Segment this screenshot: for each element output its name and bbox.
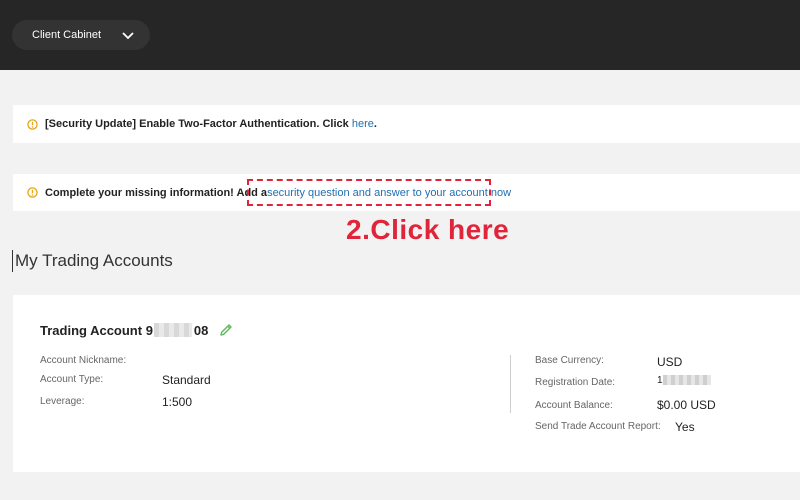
leverage-label: Leverage:: [40, 396, 85, 407]
security-update-text: [Security Update] Enable Two-Factor Auth…: [45, 118, 377, 130]
top-bar: Client Cabinet: [0, 0, 800, 70]
warning-circle-icon: [27, 118, 38, 130]
account-type-value: Standard: [162, 373, 211, 387]
trading-account-card: Trading Account 9 08 Account Nickname: A…: [13, 295, 800, 472]
client-cabinet-label: Client Cabinet: [32, 29, 102, 41]
nickname-label: Account Nickname:: [40, 355, 127, 366]
trade-report-label: Send Trade Account Report:: [535, 421, 661, 432]
registration-date-label: Registration Date:: [535, 377, 616, 388]
base-currency-value: USD: [657, 355, 683, 369]
column-divider: [510, 355, 511, 413]
trade-report-value: Yes: [675, 420, 695, 434]
enable-2fa-link[interactable]: here: [352, 118, 374, 130]
account-balance-value: $0.00 USD: [657, 398, 716, 412]
leverage-value: 1:500: [162, 395, 193, 409]
masked-date: [662, 375, 711, 386]
missing-info-text: Complete your missing information! Add a: [45, 186, 268, 199]
click-here-callout: 2.Click here: [346, 214, 510, 245]
warning-circle-icon: [27, 187, 38, 198]
client-cabinet-dropdown[interactable]: Client Cabinet: [12, 20, 150, 50]
chevron-down-icon: [122, 32, 134, 40]
base-currency-label: Base Currency:: [535, 355, 604, 366]
account-type-label: Account Type:: [40, 374, 104, 385]
missing-info-notice: Complete your missing information! Add a…: [13, 174, 800, 211]
security-question-link[interactable]: security question and answer to your acc…: [267, 187, 511, 199]
account-balance-label: Account Balance:: [535, 400, 613, 411]
account-title: Trading Account 9 08: [40, 322, 234, 338]
pencil-icon[interactable]: [218, 322, 234, 338]
security-update-notice: [Security Update] Enable Two-Factor Auth…: [13, 105, 800, 143]
masked-account-number: [153, 323, 192, 337]
registration-date-value: 1: [657, 375, 711, 386]
page-title: My Trading Accounts: [12, 250, 173, 272]
